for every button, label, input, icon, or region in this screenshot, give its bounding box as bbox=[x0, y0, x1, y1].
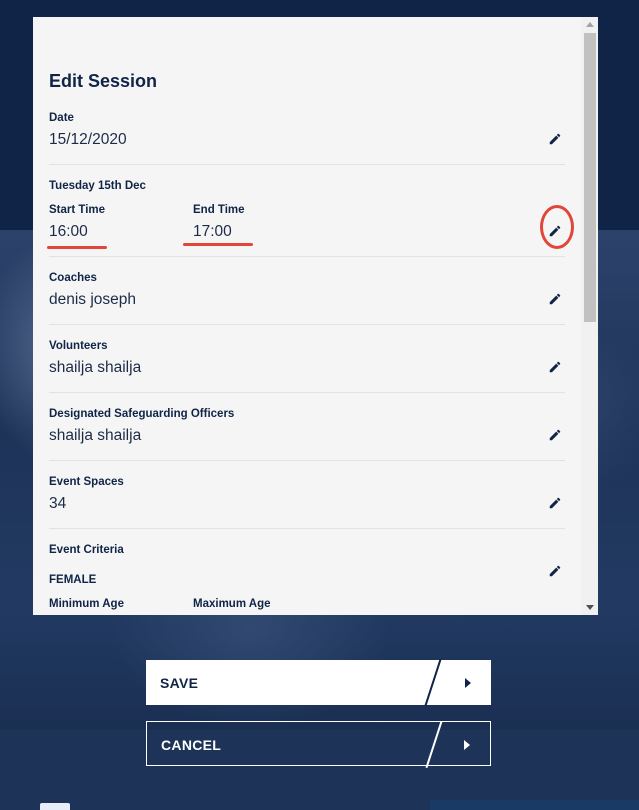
event-spaces-field: Event Spaces 34 bbox=[49, 474, 565, 529]
scroll-up-arrow-icon[interactable] bbox=[586, 22, 594, 27]
end-time-value: 17:00 bbox=[193, 223, 232, 240]
start-time-label: Start Time bbox=[49, 204, 106, 216]
volunteers-value: shailja shailja bbox=[49, 359, 142, 376]
coaches-value: denis joseph bbox=[49, 291, 137, 308]
safeguarding-value: shailja shailja bbox=[49, 427, 142, 444]
date-value: 15/12/2020 bbox=[49, 131, 127, 148]
event-spaces-label: Event Spaces bbox=[49, 476, 124, 488]
volunteers-field: Volunteers shailja shailja bbox=[49, 338, 565, 393]
edit-safeguarding-button[interactable] bbox=[545, 425, 565, 445]
date-label: Date bbox=[49, 112, 74, 124]
safeguarding-field: Designated Safeguarding Officers shailja… bbox=[49, 406, 565, 461]
play-arrow-icon bbox=[465, 678, 471, 688]
day-label: Tuesday 15th Dec bbox=[49, 180, 146, 192]
coaches-label: Coaches bbox=[49, 272, 97, 284]
play-arrow-icon bbox=[464, 740, 470, 750]
time-field: Tuesday 15th Dec Start Time 16:00 End Ti… bbox=[49, 178, 565, 257]
footer-block bbox=[430, 800, 639, 810]
event-spaces-value: 34 bbox=[49, 495, 67, 512]
save-button-label: SAVE bbox=[160, 675, 199, 691]
edit-volunteers-button[interactable] bbox=[545, 357, 565, 377]
pencil-icon bbox=[549, 293, 561, 305]
date-field: Date 15/12/2020 bbox=[49, 110, 565, 165]
maximum-age-label: Maximum Age bbox=[193, 598, 271, 610]
modal-title: Edit Session bbox=[49, 71, 158, 91]
cancel-button[interactable]: CANCEL bbox=[146, 720, 491, 769]
cancel-button-label: CANCEL bbox=[161, 737, 222, 753]
edit-time-highlight-circle bbox=[540, 205, 574, 249]
save-button[interactable]: SAVE bbox=[146, 658, 491, 707]
edit-coaches-button[interactable] bbox=[545, 289, 565, 309]
coaches-field: Coaches denis joseph bbox=[49, 270, 565, 325]
edit-date-button[interactable] bbox=[545, 129, 565, 149]
scroll-thumb[interactable] bbox=[584, 33, 596, 322]
pencil-icon bbox=[549, 133, 561, 145]
scroll-down-arrow-icon[interactable] bbox=[586, 605, 594, 610]
modal-scrollbar[interactable] bbox=[581, 17, 598, 615]
pencil-icon bbox=[549, 361, 561, 373]
minimum-age-label: Minimum Age bbox=[49, 598, 124, 610]
safeguarding-label: Designated Safeguarding Officers bbox=[49, 408, 235, 420]
footer-mark bbox=[40, 803, 70, 810]
start-time-highlight bbox=[47, 246, 107, 249]
end-time-highlight bbox=[183, 243, 253, 246]
event-criteria-field: Event Criteria FEMALE Minimum Age Maximu… bbox=[49, 542, 565, 615]
gender-value: FEMALE bbox=[49, 574, 97, 586]
edit-session-modal: Edit Session Date 15/12/2020 Tuesday 15t… bbox=[33, 17, 598, 615]
edit-event-criteria-button[interactable] bbox=[545, 561, 565, 581]
edit-event-spaces-button[interactable] bbox=[545, 493, 565, 513]
pencil-icon bbox=[549, 429, 561, 441]
end-time-label: End Time bbox=[193, 204, 245, 216]
event-criteria-label: Event Criteria bbox=[49, 544, 124, 556]
pencil-icon bbox=[549, 497, 561, 509]
pencil-icon bbox=[549, 565, 561, 577]
start-time-value: 16:00 bbox=[49, 223, 88, 240]
button-divider bbox=[425, 720, 443, 769]
button-divider bbox=[424, 658, 442, 707]
volunteers-label: Volunteers bbox=[49, 340, 108, 352]
